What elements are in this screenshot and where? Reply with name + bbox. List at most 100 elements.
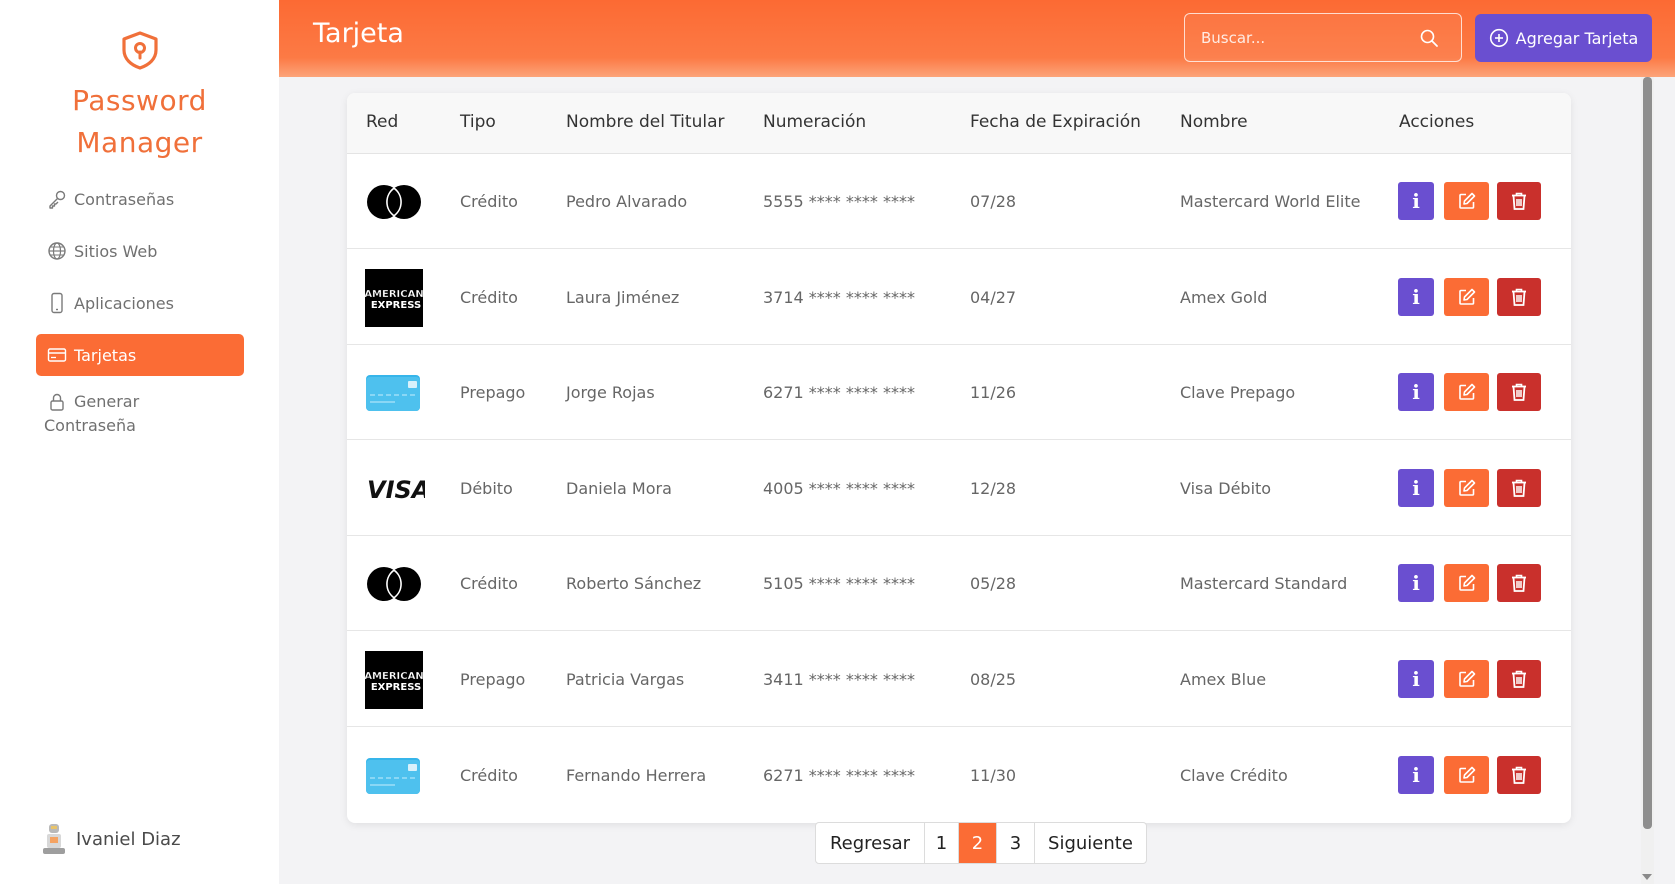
info-button[interactable]: i [1398,277,1434,316]
edit-button[interactable] [1444,468,1489,507]
pagination-page-1[interactable]: 1 [925,823,959,863]
delete-button[interactable] [1497,755,1541,794]
amex-logo-line2: EXPRESS [371,300,421,311]
sidebar-item-label: Aplicaciones [74,293,174,313]
search-icon[interactable] [1419,28,1439,48]
info-button[interactable]: i [1398,468,1434,507]
scrollbar-thumb[interactable] [1643,77,1652,829]
cell-expiracion: 08/25 [970,670,1017,689]
key-icon [46,188,68,210]
edit-icon [1458,479,1475,496]
cell-tipo: Crédito [460,765,518,785]
cards-table: Red Tipo Nombre del Titular Numeración F… [347,93,1571,823]
sidebar-item-aplicaciones[interactable]: Aplicaciones [36,282,244,324]
cell-expiracion: 11/30 [970,765,1017,785]
column-header-numeracion: Numeración [763,112,867,132]
cell-nombre: Amex Gold [1180,287,1268,307]
edit-button[interactable] [1444,277,1489,316]
pagination-next-button[interactable]: Siguiente [1035,823,1146,863]
card-network-logo: VISA [365,460,425,518]
cell-expiracion: 12/28 [970,478,1017,498]
amex-logo-icon: AMERICANEXPRESS [365,268,423,327]
pagination-page-3[interactable]: 3 [997,823,1035,863]
cell-numeracion: 3714 **** **** **** [763,287,915,307]
edit-button[interactable] [1444,755,1489,794]
trash-icon [1512,192,1526,210]
cell-tipo: Crédito [460,287,518,307]
delete-button[interactable] [1497,468,1541,507]
column-header-nombre: Nombre [1180,112,1248,132]
card-network-logo [365,747,425,805]
edit-button[interactable] [1444,182,1489,220]
sidebar-item-sitios-web[interactable]: Sitios Web [36,230,244,272]
info-button[interactable]: i [1398,660,1434,698]
cell-tipo: Prepago [460,383,526,403]
vertical-scrollbar[interactable] [1641,77,1654,884]
trash-icon [1512,383,1526,402]
mastercard-logo-icon [367,567,421,602]
cell-numeracion: 5555 **** **** **** [763,192,915,211]
cell-numeracion: 6271 **** **** **** [763,383,915,403]
table-row: AMERICAN EXPRESS Crédito Laura Jiménez 3714 … [347,250,1571,345]
generar-label-group: Generar Contraseña [44,390,139,438]
scroll-down-arrow-icon[interactable] [1642,874,1652,880]
pagination-prev-button[interactable]: Regresar [816,823,925,863]
table-row: Crédito Fernando Herrera 6271 **** **** **… [347,728,1571,823]
sidebar-item-generar-contrasena[interactable]: Generar Contraseña [36,386,244,440]
info-button[interactable]: i [1398,182,1434,220]
sidebar-item-tarjetas[interactable]: Tarjetas [36,334,244,376]
cell-tipo: Crédito [460,574,518,594]
search-box [1184,13,1462,62]
cell-numeracion: 5105 **** **** **** [763,574,915,594]
delete-button[interactable] [1497,373,1541,412]
top-bar: Tarjeta Agregar Tarjeta [279,0,1675,77]
info-button[interactable]: i [1398,755,1434,794]
table-row: Prepago Jorge Rojas 6271 **** **** **** 11/… [347,345,1571,441]
sidebar-item-label: Contraseñas [74,189,175,209]
column-header-tipo: Tipo [460,112,496,132]
info-button[interactable]: i [1398,564,1434,603]
edit-button[interactable] [1444,564,1489,603]
card-network-logo: AMERICAN EXPRESS [365,651,425,709]
sidebar-item-label: Sitios Web [74,241,158,261]
add-card-button[interactable]: Agregar Tarjeta [1475,14,1652,62]
column-header-acciones: Acciones [1399,112,1475,132]
info-icon: i [1412,189,1420,213]
delete-button[interactable] [1497,277,1541,316]
pagination-page-2[interactable]: 2 [959,823,997,863]
app-brand: Password Manager [0,80,279,164]
page-title: Tarjeta [313,18,404,49]
edit-icon [1458,670,1475,687]
column-header-titular: Nombre del Titular [566,112,725,132]
brand-line-1: Password [72,84,207,117]
visa-logo-text: VISA [367,476,425,504]
table-row: Crédito Pedro Alvarado 5555 **** **** ****… [347,154,1571,249]
generic-card-icon [366,757,420,794]
avatar [43,824,65,854]
edit-button[interactable] [1444,660,1489,698]
cell-titular: Pedro Alvarado [566,192,688,211]
edit-button[interactable] [1444,373,1489,412]
table-header: Red Tipo Nombre del Titular Numeración F… [347,93,1571,154]
info-icon: i [1412,475,1420,500]
edit-icon [1458,288,1475,305]
cell-tipo: Prepago [460,670,526,689]
info-button[interactable]: i [1398,373,1434,412]
edit-icon [1458,383,1475,400]
cell-numeracion: 3411 **** **** **** [763,670,915,689]
amex-logo-line1: AMERICAN [365,671,423,682]
trash-icon [1512,766,1526,784]
plus-circle-icon [1489,28,1508,48]
cell-titular: Fernando Herrera [566,765,707,785]
delete-button[interactable] [1497,660,1541,698]
edit-icon [1458,192,1475,209]
amex-logo-line1: AMERICAN [365,289,423,300]
delete-button[interactable] [1497,564,1541,603]
sidebar-item-contrasenas[interactable]: Contraseñas [36,178,244,220]
delete-button[interactable] [1497,182,1541,220]
search-input[interactable] [1201,27,1411,49]
column-header-expiracion: Fecha de Expiración [970,112,1141,132]
user-profile[interactable]: Ivaniel Diaz [40,822,181,856]
info-icon: i [1412,380,1420,405]
cell-expiracion: 04/27 [970,287,1017,307]
